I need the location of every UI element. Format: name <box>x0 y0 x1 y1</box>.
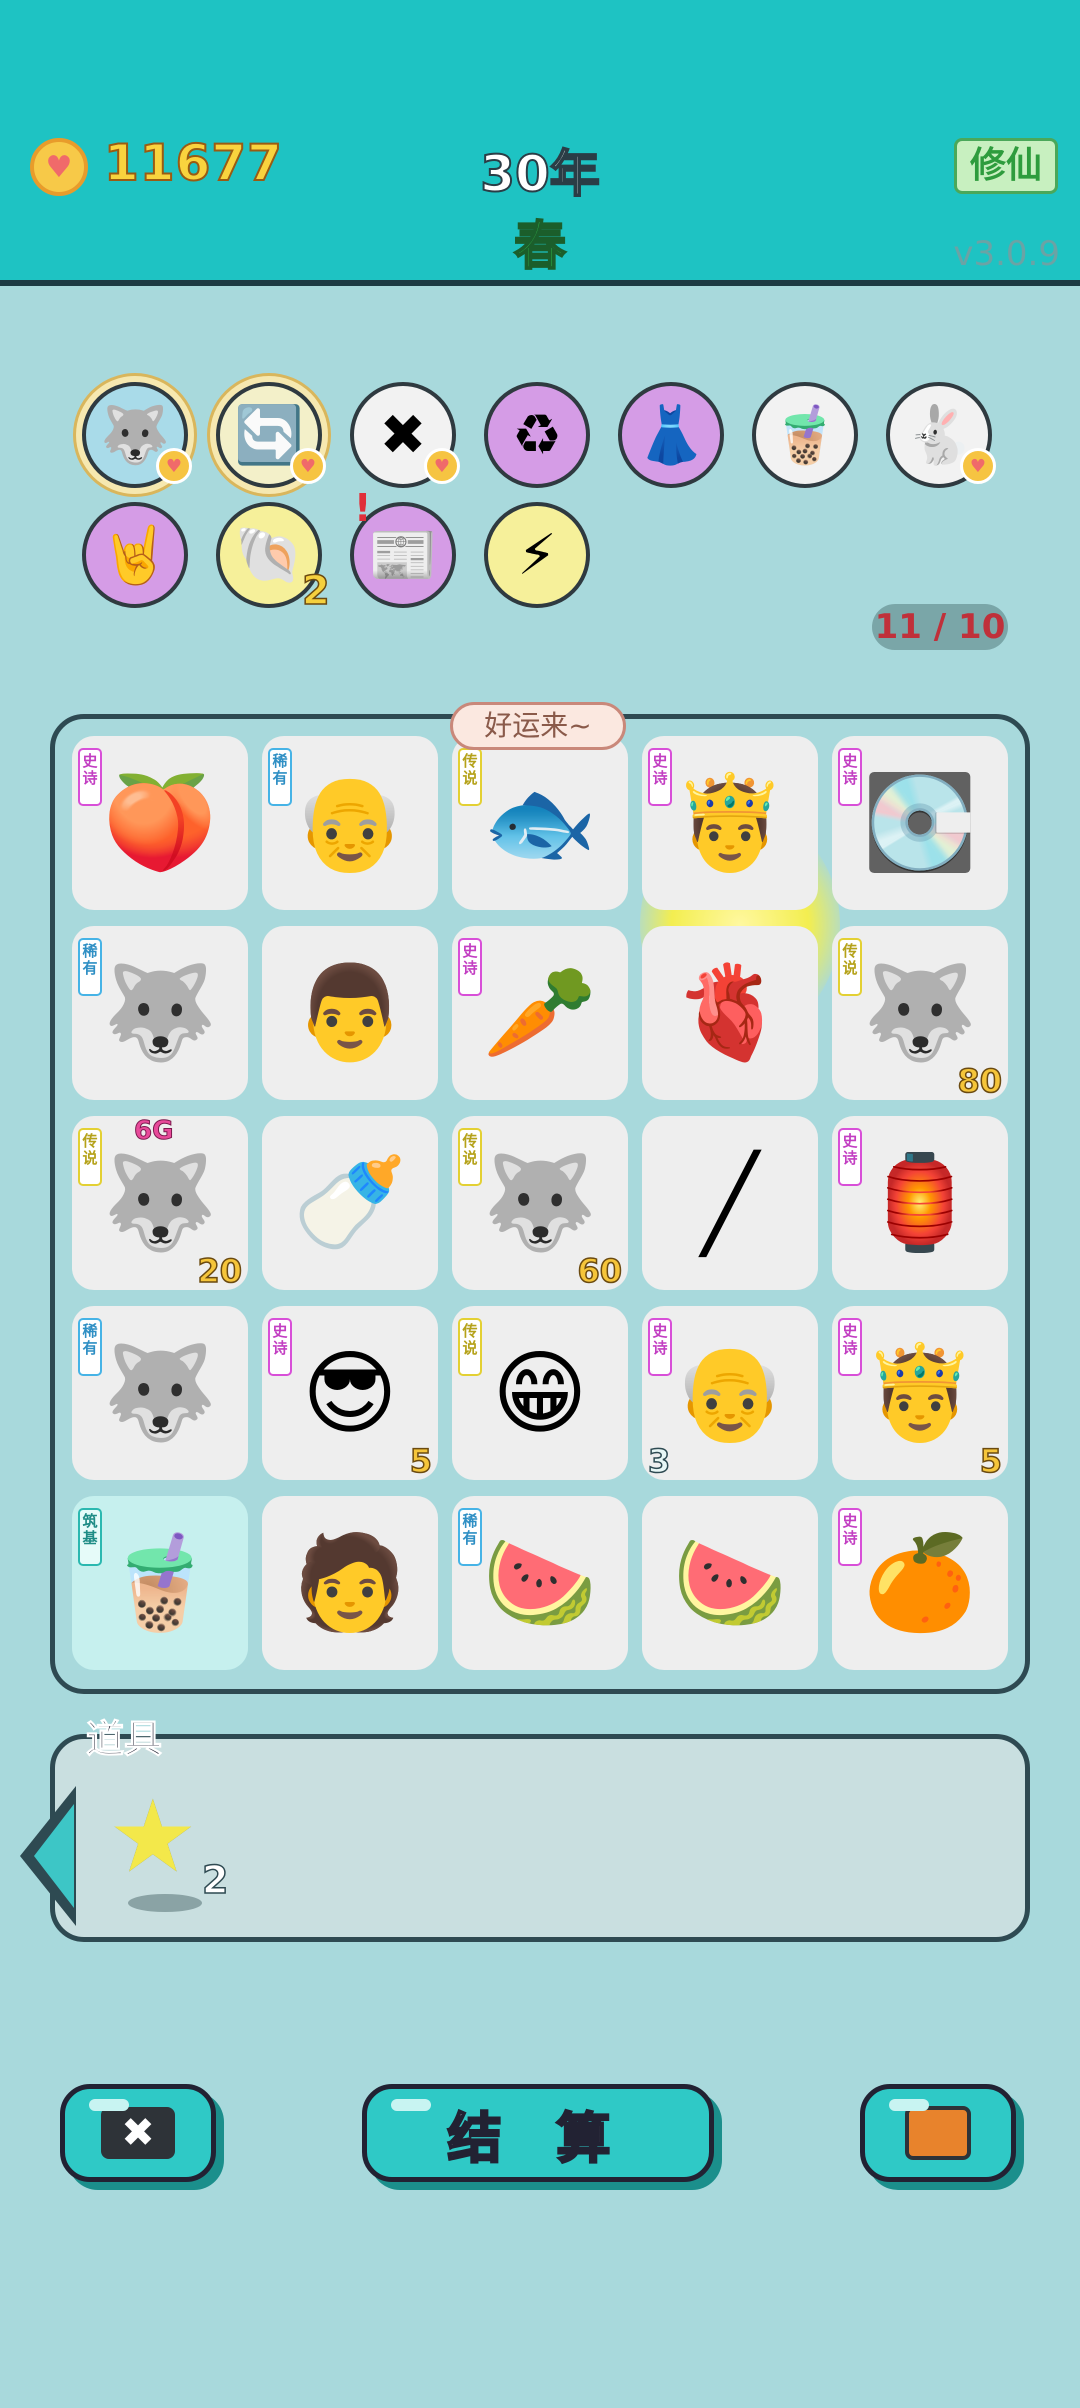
milk-tea-icon[interactable]: 🧋 <box>752 382 858 488</box>
button-highlight <box>89 2099 129 2111</box>
settle-button[interactable]: 结 算 <box>362 2084 714 2182</box>
speech-bubble: 好运来~ <box>450 702 626 750</box>
straw-icon: ╱ <box>702 1149 758 1257</box>
cell-count: 60 <box>577 1251 623 1291</box>
rock-hand-icon[interactable]: 🤘 <box>82 502 188 608</box>
board-cell[interactable]: 🐺 稀有 <box>72 926 248 1100</box>
board-cell[interactable]: 🐺 传说 20 6G <box>72 1116 248 1291</box>
board-cell[interactable]: 🥕 史诗 <box>452 926 628 1100</box>
rarity-tag: 史诗 <box>838 1128 862 1186</box>
button-highlight <box>391 2099 431 2111</box>
heart-badge-icon: ♥ <box>960 448 996 484</box>
cell-count: 80 <box>957 1061 1003 1101</box>
board-cell[interactable]: 🍊 史诗 <box>832 1496 1008 1670</box>
recycle-icon[interactable]: ♻ <box>484 382 590 488</box>
rarity-tag: 稀有 <box>268 748 292 806</box>
header-divider <box>0 280 1080 286</box>
year-label: 30年 <box>479 144 601 204</box>
board-cell[interactable]: 😁 传说 <box>452 1306 628 1480</box>
board-cell[interactable]: 🍉 稀有 <box>452 1496 628 1670</box>
board-cell[interactable]: 👴 稀有 <box>262 736 438 910</box>
scroll-left-arrow-fill[interactable] <box>34 1804 74 1908</box>
board-cell[interactable]: 😎 史诗 5 <box>262 1306 438 1481</box>
liver-icon: 🫀 <box>672 959 788 1066</box>
board-cell[interactable]: 🧑 <box>262 1496 438 1670</box>
cell-count: 5 <box>979 1441 1003 1481</box>
cell-count: 3 <box>647 1441 671 1481</box>
rarity-tag: 史诗 <box>268 1318 292 1376</box>
rarity-tag: 史诗 <box>648 748 672 806</box>
rarity-tag: 史诗 <box>838 1508 862 1566</box>
season-label: 春 <box>513 216 567 278</box>
rarity-tag: 史诗 <box>458 938 482 996</box>
rarity-tag: 稀有 <box>458 1508 482 1566</box>
rarity-tag: 稀有 <box>78 938 102 996</box>
man-face-icon: 🧑 <box>292 1529 408 1636</box>
watermelon-wedge-icon: 🍉 <box>672 1529 788 1636</box>
star-icon[interactable]: ★ <box>108 1778 198 1895</box>
board-cell[interactable]: 🏮 史诗 <box>832 1116 1008 1290</box>
rarity-tag: 史诗 <box>838 1318 862 1376</box>
board-cell[interactable]: 🤴 史诗 <box>642 736 818 910</box>
board-cell[interactable]: 🍑 史诗 <box>72 736 248 910</box>
star-count: 2 <box>201 1857 229 1903</box>
cell-count: 20 <box>197 1251 243 1291</box>
heart-badge-icon: ♥ <box>424 448 460 484</box>
board-cell[interactable]: 💽 史诗 <box>832 736 1008 910</box>
rarity-tag: 传说 <box>838 938 862 996</box>
settle-label: 结 算 <box>446 2105 629 2171</box>
board-cell[interactable]: 🐺 稀有 <box>72 1306 248 1480</box>
version-label: v3.0.9 <box>953 234 1060 274</box>
remove-button[interactable]: ✖ <box>60 2084 216 2182</box>
rarity-tag: 传说 <box>458 1128 482 1186</box>
board-cell[interactable]: 🤴 史诗 5 <box>832 1306 1008 1481</box>
rarity-tag: 传说 <box>78 1128 102 1186</box>
board-cell[interactable]: 🐺 传说 80 <box>832 926 1008 1101</box>
rarity-tag: 传说 <box>458 1318 482 1376</box>
board-cell[interactable]: 🫀 <box>642 926 818 1100</box>
slot-counter: 11 / 10 <box>872 604 1008 650</box>
cell-badge: 6G <box>133 1116 174 1147</box>
cultivation-mode-button[interactable]: 修仙 <box>954 138 1058 194</box>
close-icon: ✖ <box>101 2107 175 2159</box>
rarity-tag: 稀有 <box>78 1318 102 1376</box>
milk-bottle-icon: 🍼 <box>292 1149 408 1256</box>
board-cell[interactable]: 👴 史诗 3 <box>642 1306 818 1481</box>
rarity-tag: 传说 <box>458 748 482 806</box>
board-cell[interactable]: 🐟 传说 <box>452 736 628 910</box>
heart-badge-icon: ♥ <box>290 448 326 484</box>
button-highlight <box>889 2099 929 2111</box>
skirt-icon[interactable]: 👗 <box>618 382 724 488</box>
relic-count: 2 <box>301 567 330 615</box>
briefcase-icon <box>905 2106 971 2160</box>
rarity-tag: 史诗 <box>648 1318 672 1376</box>
board-cell[interactable]: 👨 <box>262 926 438 1100</box>
lightning-icon[interactable]: ⚡ <box>484 502 590 608</box>
board-cell[interactable]: 🧋 筑基 <box>72 1496 248 1670</box>
board-cell[interactable]: 🍼 <box>262 1116 438 1290</box>
rarity-tag: 筑基 <box>78 1508 102 1566</box>
alert-icon: ! <box>354 486 372 530</box>
cell-count: 5 <box>409 1441 433 1481</box>
board-cell[interactable]: 🍉 <box>642 1496 818 1670</box>
glasses-man-icon: 👨 <box>292 959 408 1066</box>
items-title: 道具 <box>85 1717 163 1762</box>
rarity-tag: 史诗 <box>78 748 102 806</box>
inventory-button[interactable] <box>860 2084 1016 2182</box>
heart-badge-icon: ♥ <box>156 448 192 484</box>
board-cell[interactable]: 🐺 传说 60 <box>452 1116 628 1291</box>
board-cell[interactable]: ╱ <box>642 1116 818 1290</box>
rarity-tag: 史诗 <box>838 748 862 806</box>
item-shadow <box>128 1894 202 1912</box>
